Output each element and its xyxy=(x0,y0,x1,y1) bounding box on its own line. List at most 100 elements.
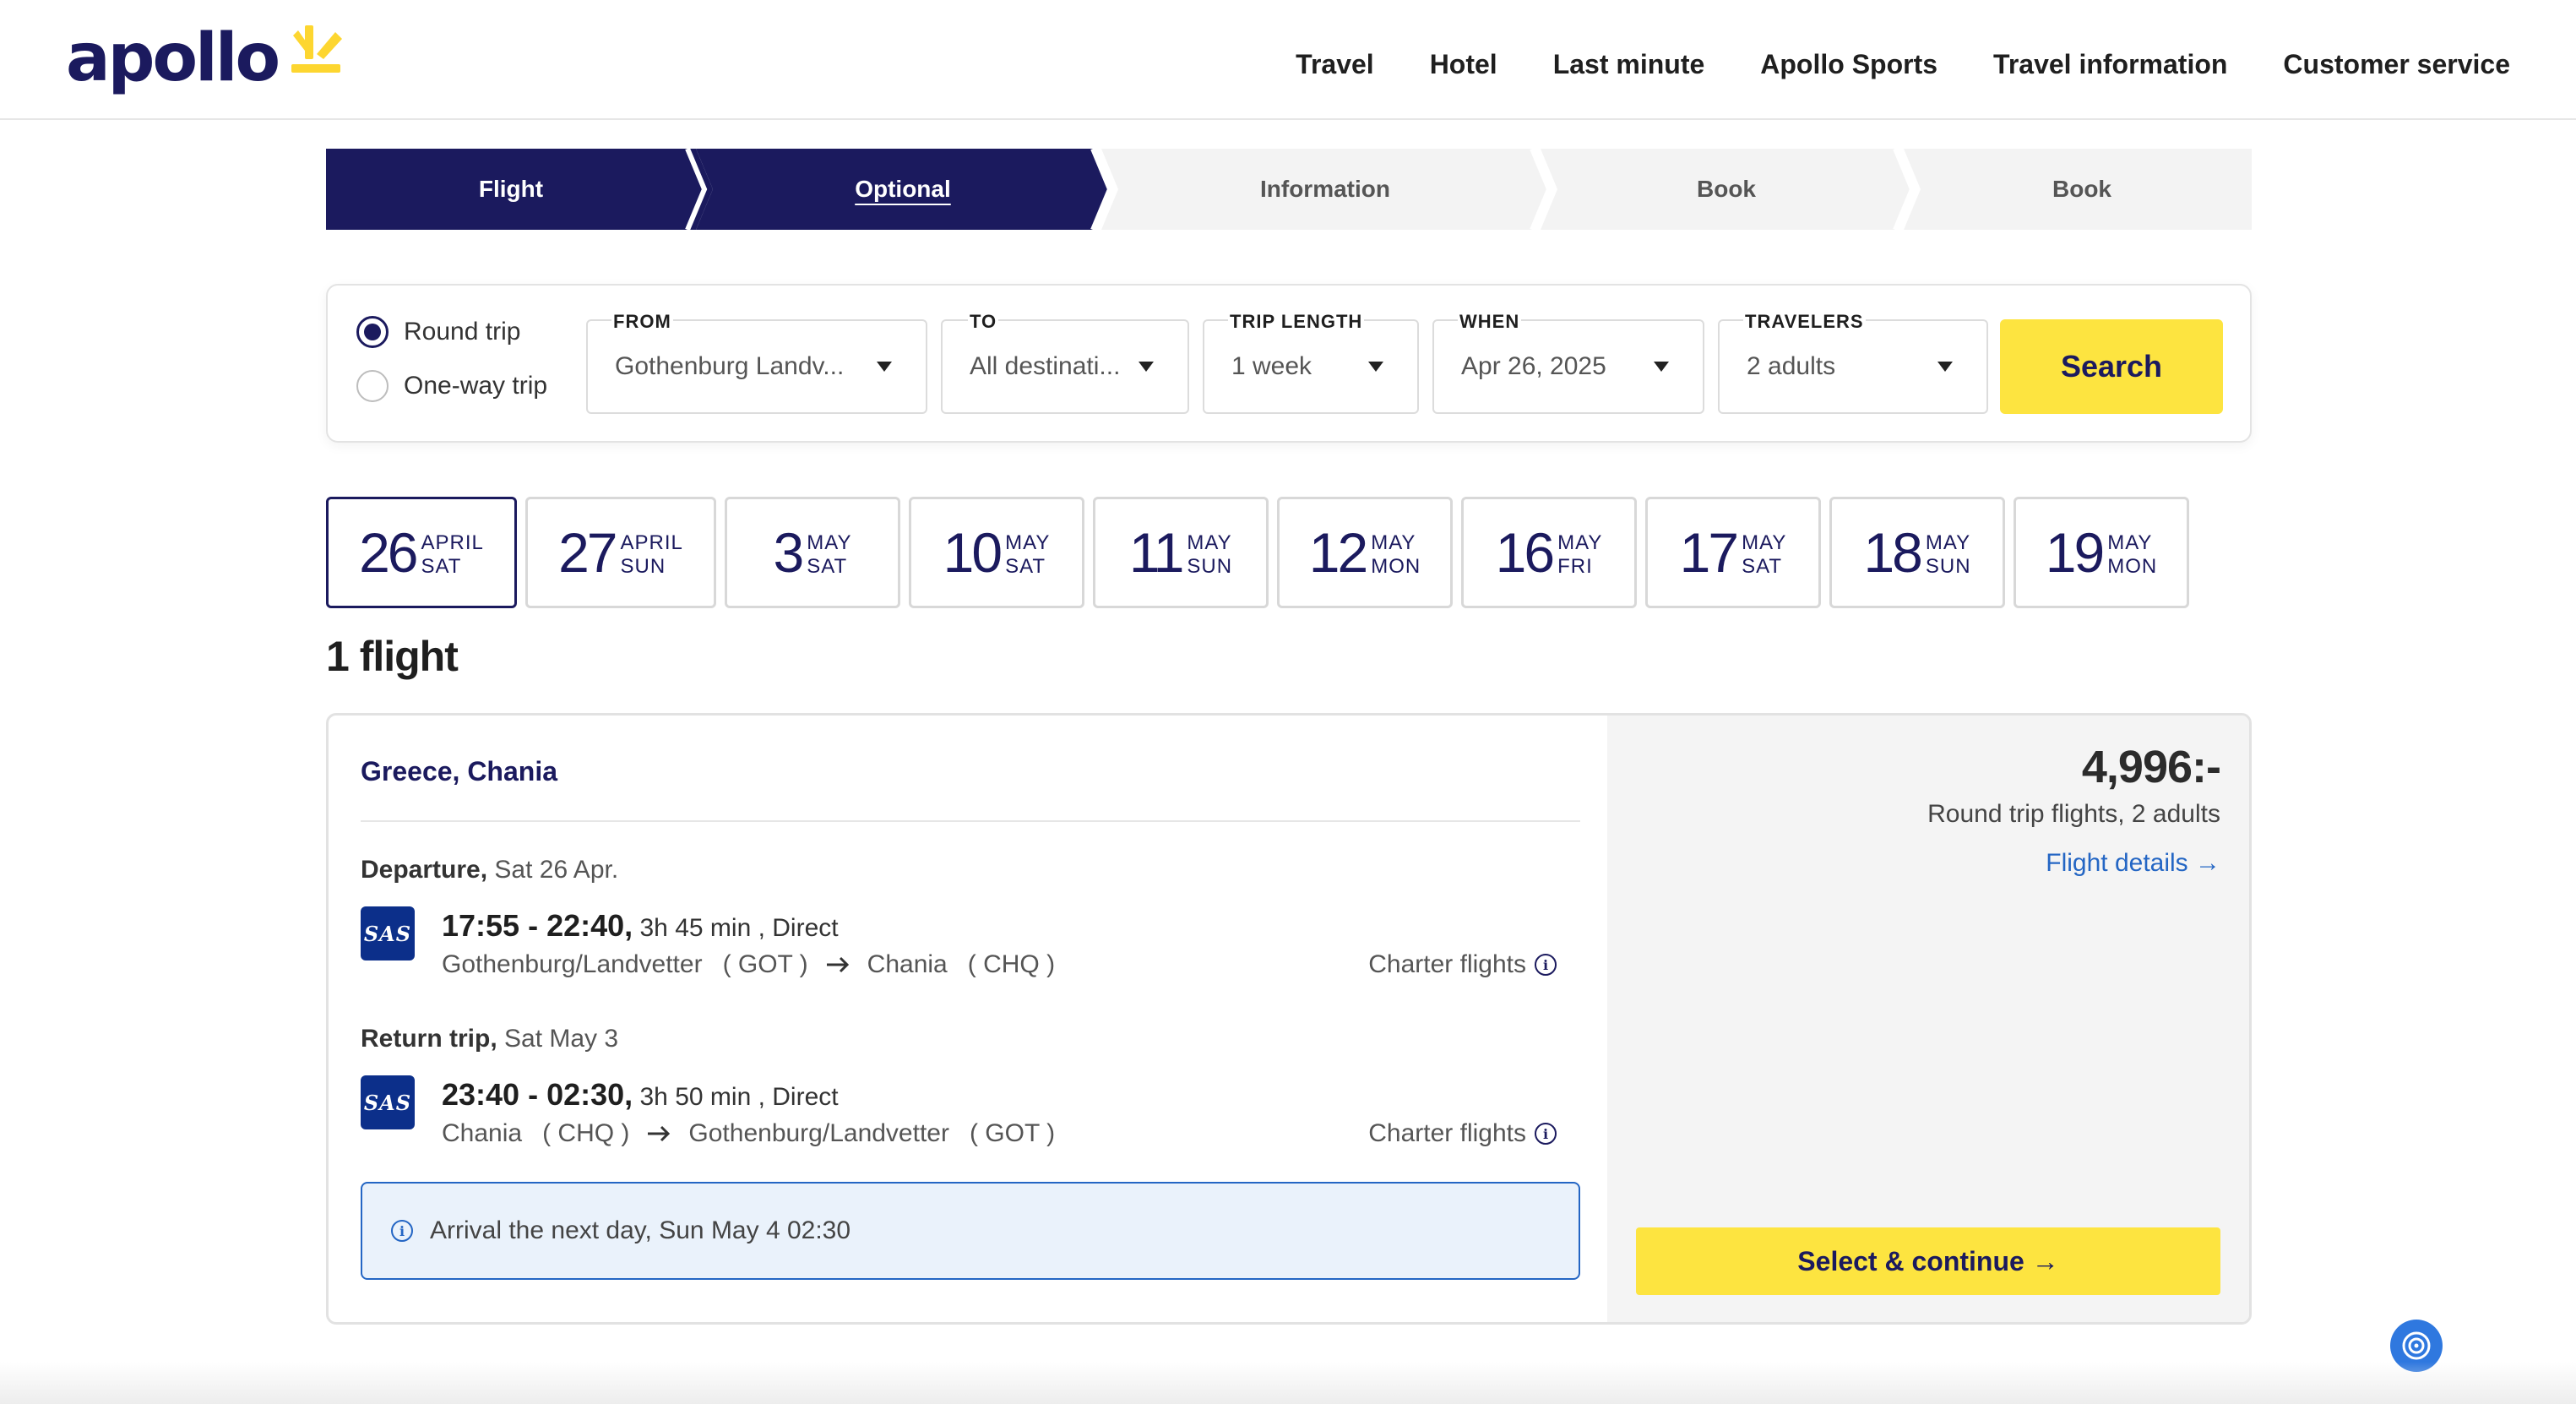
date-day: 19 xyxy=(2045,521,2105,584)
nav-hotel[interactable]: Hotel xyxy=(1430,49,1497,80)
return-label: Return trip, xyxy=(361,1025,497,1053)
date-day: 11 xyxy=(1128,521,1184,584)
date-selector: 26 APRIL SAT 27 APRIL SUN 3 MAY SAT 10 MAY S… xyxy=(326,497,2189,608)
date-month: MAY xyxy=(1005,531,1051,554)
date-month: MAY xyxy=(1925,531,1971,554)
nav-customer-service[interactable]: Customer service xyxy=(2283,49,2510,80)
apollo-logo[interactable]: apollo xyxy=(66,20,344,96)
date-option[interactable]: 19 MAY MON xyxy=(2014,497,2189,608)
chevron-down-icon xyxy=(1654,362,1669,372)
arrow-right-icon xyxy=(648,1125,671,1142)
nav-last-minute[interactable]: Last minute xyxy=(1553,49,1705,80)
to-select[interactable]: All destinati... xyxy=(941,319,1189,414)
arrival-notice: i Arrival the next day, Sun May 4 02:30 xyxy=(361,1182,1580,1280)
price-note: Round trip flights, 2 adults xyxy=(1927,800,2220,828)
search-button[interactable]: Search xyxy=(2000,319,2223,414)
flight-details-link[interactable]: Flight details → xyxy=(2046,849,2220,878)
chevron-down-icon xyxy=(877,362,892,372)
round-trip-label: Round trip xyxy=(404,318,521,346)
step-optional[interactable]: Optional xyxy=(704,149,1101,230)
step-book: Book xyxy=(1697,176,1756,202)
nav-travel[interactable]: Travel xyxy=(1296,49,1374,80)
step-flight[interactable]: Flight xyxy=(326,149,696,230)
date-option[interactable]: 3 MAY SAT xyxy=(725,497,900,608)
date-day: 17 xyxy=(1679,521,1739,584)
date-option[interactable]: 26 APRIL SAT xyxy=(326,497,517,608)
when-select[interactable]: Apr 26, 2025 xyxy=(1432,319,1704,414)
round-trip-option[interactable]: Round trip xyxy=(356,316,520,348)
date-option[interactable]: 10 MAY SAT xyxy=(909,497,1084,608)
booking-stepper: Flight Optional Information Book Book xyxy=(326,149,2252,230)
departure-date: Sat 26 Apr. xyxy=(494,856,619,884)
airline-name: SAS xyxy=(363,921,412,946)
date-month: APRIL xyxy=(421,531,484,554)
date-option[interactable]: 17 MAY SAT xyxy=(1645,497,1821,608)
date-month: MAY xyxy=(1742,531,1787,554)
airline-name: SAS xyxy=(363,1090,412,1115)
return-times: 23:40 - 02:30, 3h 50 min , Direct xyxy=(442,1077,839,1113)
return-date: Sat May 3 xyxy=(504,1025,619,1053)
nav-apollo-sports[interactable]: Apollo Sports xyxy=(1760,49,1937,80)
date-day: 27 xyxy=(558,521,617,584)
date-month: APRIL xyxy=(620,531,683,554)
charter-label: Charter flights xyxy=(1368,950,1526,978)
origin-city: Chania xyxy=(442,1119,523,1147)
date-option[interactable]: 12 MAY MON xyxy=(1277,497,1453,608)
date-month: MAY xyxy=(2107,531,2153,554)
divider xyxy=(361,820,1580,822)
results-count: 1 flight xyxy=(326,633,459,680)
departure-label: Departure, xyxy=(361,856,488,884)
round-trip-radio[interactable] xyxy=(356,316,389,348)
select-continue-button[interactable]: Select & continue → xyxy=(1636,1227,2220,1295)
one-way-trip-label: One-way trip xyxy=(404,372,548,400)
date-weekday: SAT xyxy=(1005,555,1046,578)
sun-logo-icon xyxy=(291,25,343,73)
info-icon: i xyxy=(391,1220,413,1242)
from-select[interactable]: Gothenburg Landv... xyxy=(586,319,927,414)
destination-city: Chania xyxy=(867,950,948,978)
origin-code: ( CHQ ) xyxy=(542,1119,630,1147)
return-heading: Return trip, Sat May 3 xyxy=(361,1025,618,1053)
one-way-trip-radio[interactable] xyxy=(356,370,389,402)
trip-length-select[interactable]: 1 week xyxy=(1203,319,1419,414)
main-nav: Travel Hotel Last minute Apollo Sports T… xyxy=(1296,49,2510,80)
when-value: Apr 26, 2025 xyxy=(1461,352,1606,380)
charter-label: Charter flights xyxy=(1368,1119,1526,1147)
sas-airline-icon: SAS xyxy=(361,1075,415,1129)
date-option[interactable]: 16 MAY FRI xyxy=(1461,497,1637,608)
to-label: TO xyxy=(968,311,999,333)
return-charter[interactable]: Charter flights i xyxy=(1368,1119,1557,1148)
info-icon[interactable]: i xyxy=(1535,954,1557,976)
date-option[interactable]: 11 MAY SUN xyxy=(1093,497,1269,608)
departure-times: 17:55 - 22:40, 3h 45 min , Direct xyxy=(442,908,839,944)
trip-length-value: 1 week xyxy=(1231,352,1312,380)
date-option[interactable]: 18 MAY SUN xyxy=(1829,497,2005,608)
departure-time-range: 17:55 - 22:40, xyxy=(442,908,633,943)
site-header: apollo Travel Hotel Last minute Apollo S… xyxy=(0,0,2576,120)
info-icon[interactable]: i xyxy=(1535,1123,1557,1145)
date-weekday: SUN xyxy=(1187,555,1233,578)
one-way-trip-option[interactable]: One-way trip xyxy=(356,370,547,402)
destination-city: Gothenburg/Landvetter xyxy=(688,1119,949,1147)
date-weekday: SAT xyxy=(421,555,462,578)
departure-route: Gothenburg/Landvetter ( GOT ) Chania ( C… xyxy=(442,950,1055,979)
chevron-down-icon xyxy=(1139,362,1154,372)
from-label: FROM xyxy=(611,311,673,333)
date-weekday: SUN xyxy=(1925,555,1971,578)
date-weekday: FRI xyxy=(1557,555,1593,578)
chevron-down-icon xyxy=(1368,362,1383,372)
date-option[interactable]: 27 APRIL SUN xyxy=(525,497,716,608)
departure-heading: Departure, Sat 26 Apr. xyxy=(361,856,618,884)
date-day: 16 xyxy=(1495,521,1555,584)
date-month: MAY xyxy=(1187,531,1232,554)
assistant-glyph-icon xyxy=(2402,1331,2431,1360)
date-weekday: MON xyxy=(2107,555,2158,578)
date-month: MAY xyxy=(1371,531,1416,554)
price-panel: 4,996:- Round trip flights, 2 adults Fli… xyxy=(1607,716,2249,1322)
travelers-select[interactable]: 2 adults xyxy=(1718,319,1988,414)
when-label: WHEN xyxy=(1458,311,1522,333)
date-day: 26 xyxy=(359,521,418,584)
nav-travel-information[interactable]: Travel information xyxy=(1993,49,2227,80)
departure-duration: 3h 45 min , Direct xyxy=(639,914,839,942)
departure-charter[interactable]: Charter flights i xyxy=(1368,950,1557,979)
